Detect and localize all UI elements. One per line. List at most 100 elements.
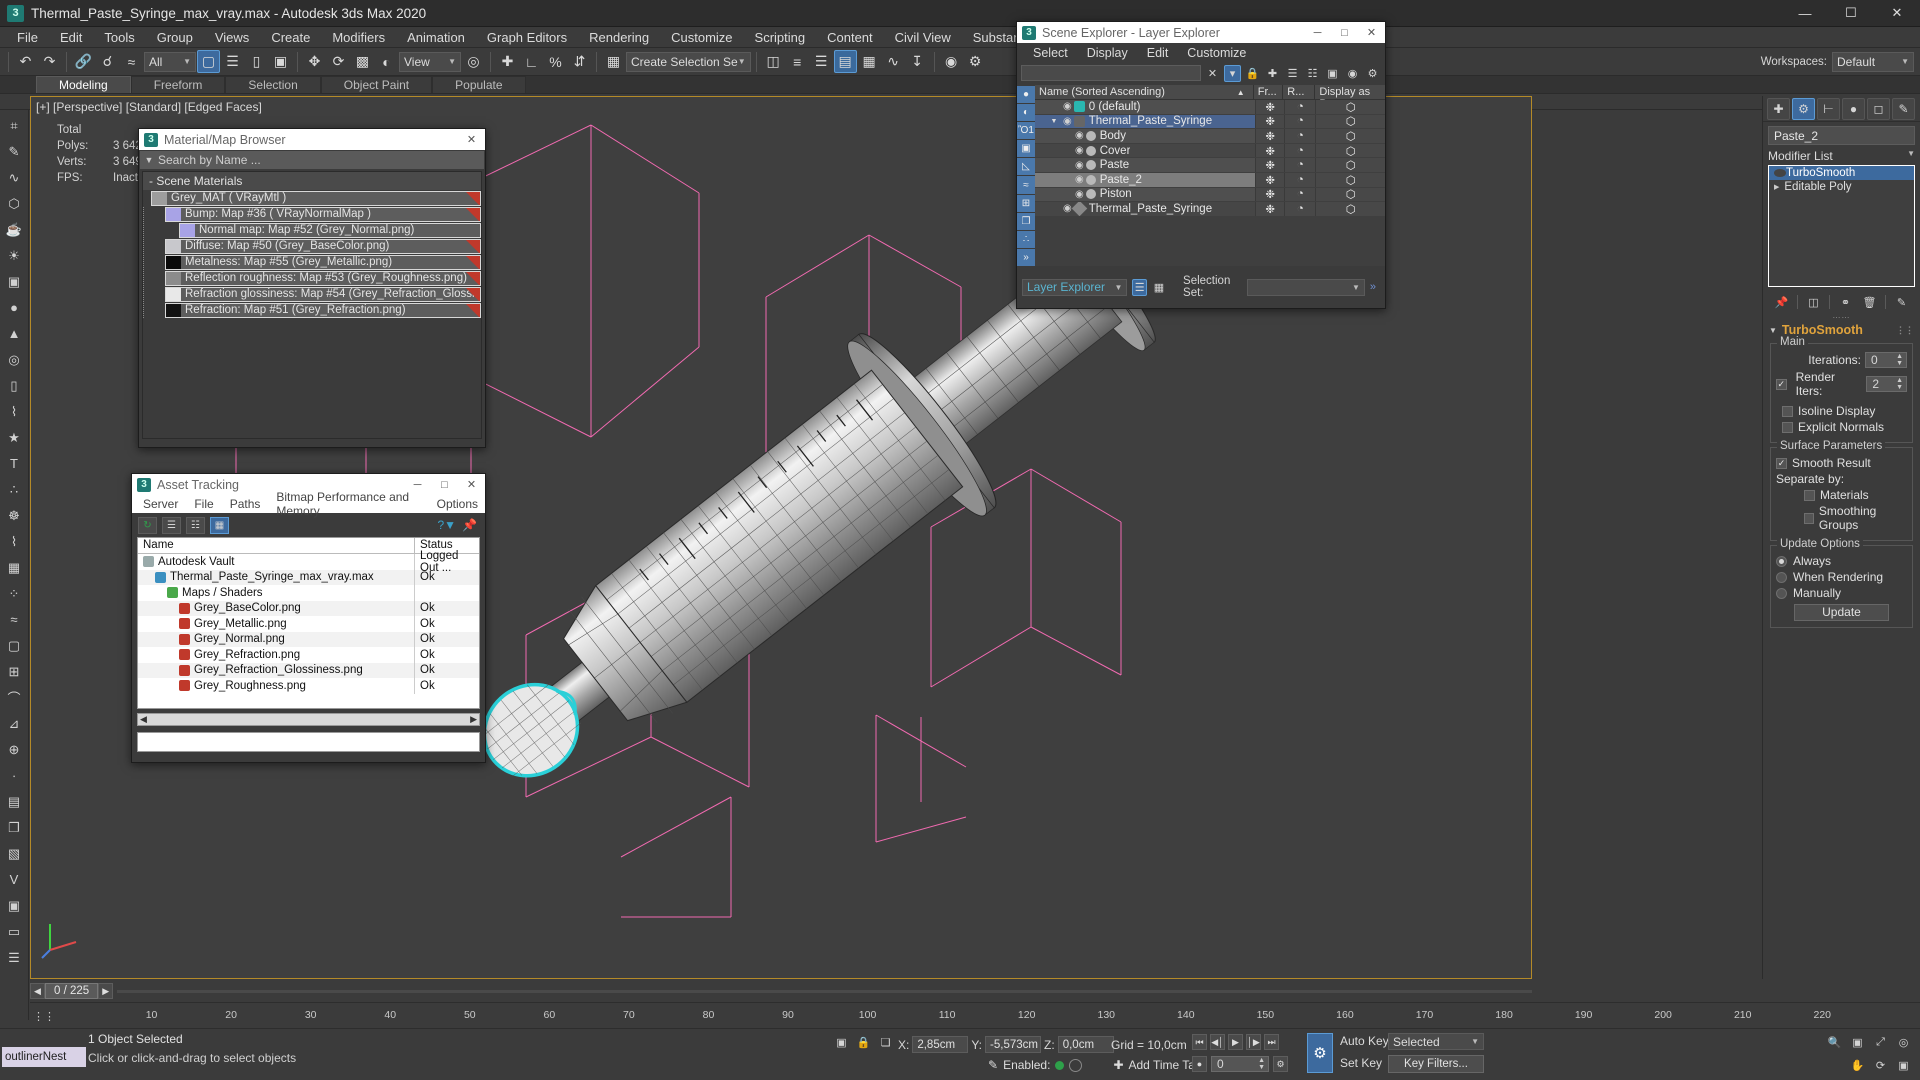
scene-row-name-cell[interactable]: ◉ Thermal_Paste_Syringe — [1035, 202, 1256, 216]
update-mode-radio[interactable] — [1776, 571, 1787, 583]
poly-icon[interactable]: ⬡ — [3, 192, 26, 215]
selection-lock-icon[interactable]: 🔒 — [855, 1034, 872, 1051]
asset-tracking-table[interactable]: Name Status Autodesk Vault Logged Out ...… — [137, 537, 480, 709]
selection-filter-combo[interactable]: All ▼ — [144, 51, 196, 72]
protractor-icon[interactable]: ⊿ — [3, 712, 26, 735]
add-selection-to-layer-icon[interactable]: ☷ — [1304, 65, 1321, 82]
add-time-tag-label[interactable]: Add Time Tag — [1129, 1058, 1202, 1072]
text-icon[interactable]: T — [3, 452, 26, 475]
light-icon[interactable]: ☀ — [3, 244, 26, 267]
material-row[interactable]: Normal map: Map #52 (Grey_Normal.png) — [143, 222, 481, 238]
star-icon[interactable]: ★ — [3, 426, 26, 449]
point-icon[interactable]: ∙ — [3, 764, 26, 787]
edit-named-selection-icon[interactable]: ▦ — [602, 50, 625, 73]
material-browser-close-button[interactable]: ✕ — [458, 129, 485, 150]
torus-icon[interactable]: ◎ — [3, 348, 26, 371]
use-pivot-point-center-icon[interactable]: ◎ — [462, 50, 485, 73]
set-key-label[interactable]: Set Key — [1340, 1056, 1382, 1070]
paint-icon[interactable]: ✎ — [3, 140, 26, 163]
lock-icon[interactable]: 🔒 — [1244, 65, 1261, 82]
menu-item-tools[interactable]: Tools — [93, 28, 145, 47]
material-search-bar[interactable]: ▼ Search by Name ... — [140, 151, 484, 169]
asset-name-cell[interactable]: Autodesk Vault — [138, 554, 415, 570]
column-name[interactable]: Name (Sorted Ascending) ▲ — [1035, 85, 1254, 99]
frozen-cell-icon[interactable]: ❉ — [1255, 172, 1285, 187]
column-renderable[interactable]: R... — [1283, 85, 1316, 99]
scene-explorer-tree-container[interactable]: Name (Sorted Ascending) ▲ Fr... R... Dis… — [1035, 85, 1385, 266]
add-time-tag-icon[interactable]: ✚ — [1113, 1058, 1123, 1072]
outliner-nest-tag[interactable]: outlinerNest — [2, 1047, 86, 1067]
asset-name-cell[interactable]: Maps / Shaders — [138, 585, 415, 601]
prev-frame-button[interactable]: ◀ — [30, 983, 45, 999]
minimize-button[interactable]: — — [1782, 0, 1828, 27]
renderable-cell-icon[interactable]: ◔ — [1284, 129, 1316, 143]
scroll-right-icon[interactable]: ▶ — [470, 714, 477, 725]
scene-explorer-row[interactable]: ◉ 0 (default) ❉ ◔ ⬡ — [1035, 100, 1385, 115]
time-configuration-button[interactable]: ⚙ — [1273, 1056, 1288, 1072]
mirror-icon[interactable]: ◫ — [762, 50, 785, 73]
modifier-stack-item[interactable]: TurboSmooth — [1769, 166, 1914, 180]
help-icon[interactable]: ?▼ — [437, 518, 456, 532]
zoom-icon[interactable]: 🔍 — [1826, 1034, 1843, 1051]
scene-row-name-cell[interactable]: ◉ 0 (default) — [1035, 100, 1256, 114]
frozen-cell-icon[interactable]: ❉ — [1255, 143, 1285, 158]
scene-explorer-row[interactable]: ◉ Paste ❉ ◔ ⬡ — [1035, 158, 1385, 173]
material-row[interactable]: Metalness: Map #55 (Grey_Metallic.png) — [143, 254, 481, 270]
asset-table-row[interactable]: Grey_Roughness.png Ok — [138, 678, 479, 694]
visibility-eye-icon[interactable]: ◉ — [1063, 101, 1072, 112]
frozen-cell-icon[interactable]: ❉ — [1255, 100, 1285, 114]
reference-coordinate-system-combo[interactable]: View ▼ — [399, 51, 461, 72]
display-as-box-cell-icon[interactable]: ⬡ — [1315, 187, 1385, 201]
scene-explorer-row[interactable]: ◉ Piston ❉ ◔ ⬡ — [1035, 187, 1385, 203]
select-and-scale-icon[interactable]: ▩ — [351, 50, 374, 73]
asset-menu-server[interactable]: Server — [136, 496, 185, 512]
isoline-display-checkbox[interactable] — [1782, 405, 1793, 417]
visibility-eye-icon[interactable]: ◉ — [1063, 116, 1072, 127]
hair-icon[interactable]: ⌇ — [3, 530, 26, 553]
explorer-name-combo[interactable]: Layer Explorer ▼ — [1022, 278, 1128, 296]
select-and-move-icon[interactable]: ✥ — [303, 50, 326, 73]
material-map-browser-window[interactable]: 3 Material/Map Browser ✕ ▼ Search by Nam… — [138, 128, 486, 448]
scene-explorer-maximize-button[interactable]: □ — [1331, 22, 1358, 43]
column-display-as-box[interactable]: Display as Box — [1315, 85, 1385, 110]
asset-menu-bitmap-performance-and-memory[interactable]: Bitmap Performance and Memory — [269, 489, 427, 519]
pin-stack-icon[interactable]: 📌 — [1773, 294, 1790, 311]
modifier-list-label[interactable]: Modifier List ▼ — [1768, 149, 1915, 163]
asset-table-row[interactable]: Grey_Normal.png Ok — [138, 631, 479, 647]
spinner-snap-icon[interactable]: ⇵ — [568, 50, 591, 73]
display-as-box-cell-icon[interactable]: ⬡ — [1315, 172, 1385, 187]
select-and-link-icon[interactable]: 🔗 — [72, 50, 95, 73]
show-end-result-icon[interactable]: ◫ — [1805, 294, 1822, 311]
window-crossing-icon[interactable]: ▣ — [269, 50, 292, 73]
scene-explorer-row[interactable]: ◉ Paste_2 ❉ ◔ ⬡ — [1035, 172, 1385, 188]
material-editor-icon[interactable]: ◉ — [940, 50, 963, 73]
tube-icon[interactable]: ▯ — [3, 374, 26, 397]
time-slider-bar[interactable]: ◀ 0 / 225 ▶ — [30, 980, 1532, 1002]
isolate-selection-icon[interactable]: ❏ — [877, 1034, 894, 1051]
remove-modifier-icon[interactable]: 🗑 — [1861, 294, 1878, 311]
menu-item-graph-editors[interactable]: Graph Editors — [476, 28, 578, 47]
safe-frame-icon[interactable]: ▭ — [3, 920, 26, 943]
filter-more-icon[interactable]: » — [1017, 248, 1035, 266]
update-mode-row[interactable]: Always — [1776, 554, 1907, 568]
display-as-box-cell-icon[interactable]: ⬡ — [1315, 158, 1385, 172]
cone-icon[interactable]: ▲ — [3, 322, 26, 345]
snap-icon[interactable]: ⌗ — [3, 114, 26, 137]
toggle-ribbon-icon[interactable]: ▦ — [858, 50, 881, 73]
scene-explorer-row[interactable]: ◉ Thermal_Paste_Syringe ❉ ◔ ⬡ — [1035, 202, 1385, 217]
update-button[interactable]: Update — [1794, 604, 1889, 621]
asset-table-row[interactable]: Autodesk Vault Logged Out ... — [138, 550, 479, 574]
material-search-input[interactable]: Search by Name ... — [158, 153, 261, 167]
layers-icon[interactable]: ☰ — [1284, 65, 1301, 82]
filter-icon[interactable]: ▾ — [1224, 64, 1241, 82]
show-end-result-eye-icon[interactable] — [1774, 169, 1786, 177]
scene-row-name-cell[interactable]: ▼ ◉ Thermal_Paste_Syringe — [1035, 114, 1256, 129]
make-unique-icon[interactable]: ⚭ — [1837, 294, 1854, 311]
tab-utilities[interactable]: ✎ — [1892, 97, 1915, 120]
timeline-ruler[interactable]: ⋮⋮ 10 20 30 40 50 60 70 80 90 100 110 120 130 140 150 1… — [30, 1002, 1920, 1028]
menu-item-customize[interactable]: Customize — [660, 28, 743, 47]
material-row-box[interactable]: Refraction: Map #51 (Grey_Refraction.png… — [165, 302, 481, 318]
named-selection-sets-combo[interactable]: Create Selection Se ▼ — [626, 51, 751, 72]
scene-materials-group-header[interactable]: - Scene Materials — [143, 172, 481, 190]
tab-display[interactable]: ◻ — [1867, 97, 1890, 120]
